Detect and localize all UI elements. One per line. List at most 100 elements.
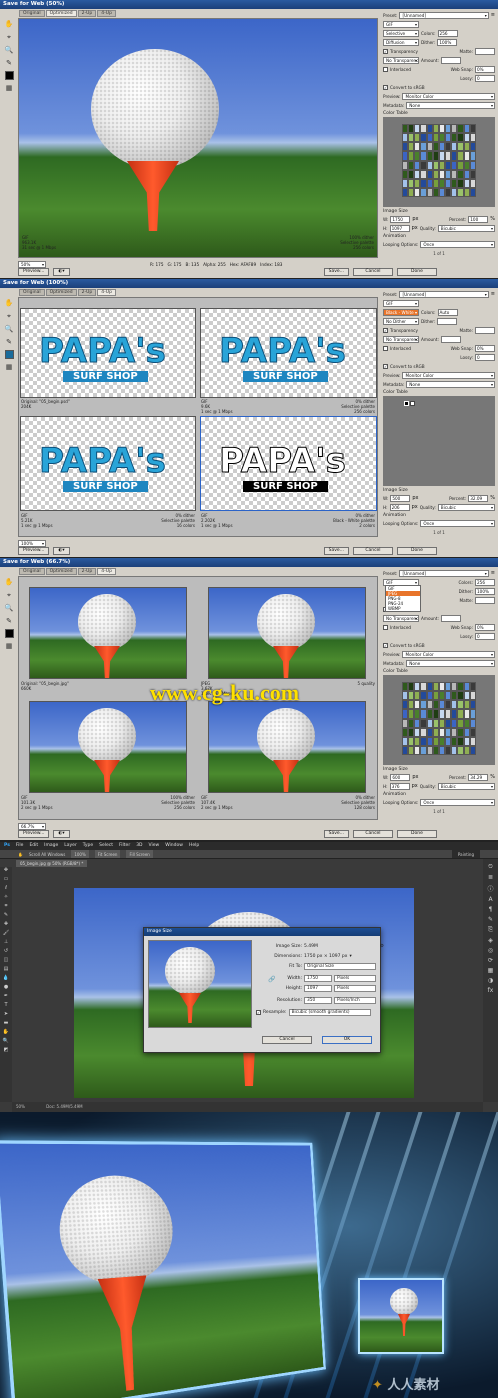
preview-pane-original[interactable]: PAPA's SURF SHOP (20, 308, 196, 398)
paragraph-icon[interactable]: ¶ (489, 906, 493, 913)
eyedropper-tool-icon[interactable]: ✎ (4, 616, 14, 626)
looping-select[interactable]: Once (420, 240, 495, 248)
slice-select-tool-icon[interactable]: ⌖ (4, 32, 14, 42)
color-swatch[interactable] (469, 718, 476, 728)
color-swatch[interactable] (469, 682, 476, 692)
preview-select[interactable]: Monitor Color (402, 650, 495, 658)
dialog-preview[interactable] (148, 940, 252, 1028)
preset-select[interactable]: [Unnamed] (399, 569, 489, 577)
menu-icon[interactable]: ≡ (491, 12, 495, 18)
color-swatch[interactable] (469, 151, 476, 161)
menu-window[interactable]: Window (165, 842, 183, 850)
save-button[interactable]: Save... (323, 830, 349, 838)
brush-panel-icon[interactable]: ✎ (488, 916, 493, 923)
constrain-proportions-link-icon[interactable]: 🔗 (268, 976, 275, 983)
menu-3d[interactable]: 3D (136, 842, 142, 850)
transparency-dither-select[interactable]: No Transparency Dither (383, 335, 419, 343)
quality-select[interactable]: Bicubic (437, 782, 495, 790)
width-input[interactable]: 600 (390, 773, 411, 781)
image-preview[interactable]: GIF 963.1K 31 sec @ 1 Mbps 100% dither S… (18, 18, 378, 258)
resolution-unit-select[interactable]: Pixels/Inch (334, 996, 376, 1004)
quality-select[interactable]: Bicubic (437, 503, 495, 511)
interlaced-checkbox[interactable] (383, 66, 388, 72)
tab-original[interactable]: Original (19, 568, 45, 575)
cancel-button[interactable]: Cancel (262, 1036, 312, 1044)
gradient-tool-icon[interactable]: ▤ (4, 966, 9, 974)
scroll-all-windows-checkbox[interactable]: Scroll All Windows (29, 850, 65, 858)
resolution-input[interactable]: 350 (304, 996, 332, 1004)
amount-input[interactable] (440, 614, 461, 622)
color-table[interactable] (383, 675, 495, 765)
tab-optimized[interactable]: Optimized (45, 568, 77, 575)
color-swatch-white[interactable] (410, 401, 415, 406)
menu-icon[interactable]: ≡ (491, 291, 495, 297)
color-swatch[interactable] (469, 133, 476, 143)
tab-4up[interactable]: 4-Up (97, 568, 116, 575)
done-button[interactable]: Done (396, 830, 437, 838)
metadata-select[interactable]: None (406, 659, 495, 667)
width-input[interactable]: 1750 (304, 974, 332, 982)
convert-srgb-checkbox[interactable]: ✓ (383, 84, 388, 90)
cancel-button[interactable]: Cancel (352, 268, 393, 276)
eyedropper-tool-icon[interactable]: ✎ (4, 912, 8, 920)
eyedropper-color-swatch[interactable] (4, 350, 14, 359)
percent-input[interactable]: 34.29 (468, 773, 489, 781)
height-input[interactable]: 1097 (389, 224, 410, 232)
menu-layer[interactable]: Layer (64, 842, 77, 850)
menu-icon[interactable]: ≡ (491, 570, 495, 576)
height-input[interactable]: 1097 (304, 984, 332, 992)
tab-optimized[interactable]: Optimized (45, 289, 77, 296)
zoom-tool-icon[interactable]: 🔍 (4, 45, 14, 55)
tab-2up[interactable]: 2-Up (77, 568, 97, 575)
color-swatch[interactable] (469, 160, 476, 170)
dimensions-unit-menu[interactable]: ▾ (349, 954, 351, 959)
lossy-input[interactable]: 0 (475, 74, 495, 82)
transparency-checkbox[interactable]: ✓ (383, 48, 388, 54)
slice-select-tool-icon[interactable]: ⌖ (4, 311, 14, 321)
color-swatches-icon[interactable]: ◩ (4, 1047, 9, 1055)
websnap-input[interactable]: 0% (475, 65, 495, 73)
reduction-select[interactable]: Selective (383, 29, 419, 37)
color-table[interactable] (383, 396, 495, 486)
eyedropper-color-swatch[interactable] (4, 71, 14, 80)
hand-tool-icon[interactable]: ✋ (4, 577, 14, 587)
transparency-dither-select[interactable]: No Transparency Dither (383, 614, 419, 622)
tab-4up[interactable]: 4-Up (97, 289, 116, 296)
save-button[interactable]: Save... (323, 268, 349, 276)
eyedropper-color-swatch[interactable] (4, 629, 14, 638)
transparency-checkbox[interactable]: ✓ (383, 327, 388, 333)
preset-select[interactable]: [Unnamed] (399, 11, 489, 19)
hand-tool-icon[interactable]: ✋ (3, 1029, 9, 1037)
matte-swatch[interactable] (475, 326, 495, 334)
slice-visibility-icon[interactable]: ▦ (4, 83, 14, 93)
preview-select[interactable]: Monitor Color (402, 92, 495, 100)
hand-tool-icon[interactable]: ✋ (4, 19, 14, 29)
colors-input[interactable]: 256 (437, 29, 458, 37)
color-swatch[interactable] (469, 169, 476, 179)
color-swatch[interactable] (469, 736, 476, 746)
swatches-icon[interactable]: ▦ (488, 967, 494, 974)
brush-tool-icon[interactable]: 🖌 (3, 930, 9, 938)
fit-to-select[interactable]: Original Size (304, 962, 376, 970)
color-swatch[interactable] (469, 700, 476, 710)
preview-button[interactable]: Preview... (18, 268, 50, 276)
height-input[interactable]: 376 (389, 782, 410, 790)
websnap-input[interactable]: 0% (475, 344, 495, 352)
browser-button[interactable]: ◐▾ (53, 547, 70, 555)
browser-button[interactable]: ◐▾ (53, 830, 70, 838)
preview-button[interactable]: Preview... (18, 830, 50, 838)
format-option[interactable]: WBMP (386, 606, 420, 611)
lossy-input[interactable]: 0 (475, 632, 495, 640)
interlaced-checkbox[interactable] (383, 345, 388, 351)
tab-2up[interactable]: 2-Up (77, 10, 97, 17)
channels-icon[interactable]: ◎ (488, 947, 493, 954)
color-swatch[interactable] (469, 691, 476, 701)
type-tool-icon[interactable]: T (4, 1002, 7, 1010)
matte-swatch[interactable] (475, 596, 495, 604)
dodge-tool-icon[interactable]: ● (4, 984, 8, 992)
history-icon[interactable]: ⏲ (488, 863, 493, 871)
colors-input[interactable]: Auto (437, 308, 458, 316)
menu-edit[interactable]: Edit (29, 842, 38, 850)
cancel-button[interactable]: Cancel (352, 547, 393, 555)
preview-button[interactable]: Preview... (18, 547, 50, 555)
